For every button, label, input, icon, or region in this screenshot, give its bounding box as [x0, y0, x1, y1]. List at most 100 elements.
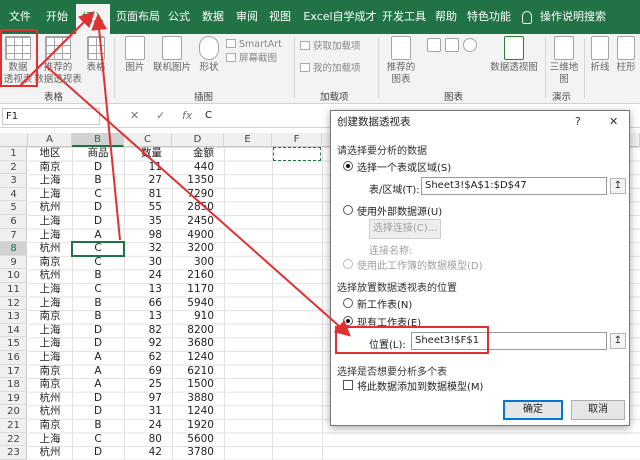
tab-file[interactable]: 文件	[6, 0, 34, 34]
table-cell[interactable]: 上海	[28, 297, 72, 311]
table-cell[interactable]: B	[72, 297, 124, 311]
name-box[interactable]: F1	[2, 108, 100, 125]
radio-data-model[interactable]	[343, 259, 353, 269]
row-header[interactable]: 15	[0, 337, 27, 351]
column-header-b[interactable]: B	[72, 133, 124, 147]
row-header[interactable]: 17	[0, 365, 27, 379]
row-header[interactable]: 8	[0, 242, 27, 256]
column-header-a[interactable]: A	[28, 133, 72, 147]
table-cell[interactable]: 南京	[28, 161, 72, 175]
line-sparkline-button[interactable]: 折线	[588, 36, 612, 74]
radio-existing-sheet[interactable]	[343, 316, 353, 326]
table-cell[interactable]: 3680	[172, 337, 224, 351]
table-cell[interactable]: 上海	[28, 174, 72, 188]
table-cell[interactable]: 11	[124, 161, 172, 175]
get-addins-button[interactable]: 获取加载项	[300, 41, 361, 53]
table-cell[interactable]: 上海	[28, 337, 72, 351]
table-cell[interactable]: 地区	[28, 147, 72, 161]
tab-page-layout[interactable]: 页面布局	[115, 0, 161, 34]
tell-me-search[interactable]: 操作说明搜索	[540, 0, 606, 34]
range-picker-icon[interactable]: ↥	[610, 178, 626, 194]
radio-new-sheet-label[interactable]: 新工作表(N)	[357, 296, 412, 311]
table-cell[interactable]: 杭州	[28, 242, 72, 256]
table-cell[interactable]: 25	[124, 378, 172, 392]
my-addins-button[interactable]: 我的加载项	[300, 63, 361, 75]
radio-external-source-label[interactable]: 使用外部数据源(U)	[357, 203, 442, 218]
table-cell[interactable]: 5600	[172, 433, 224, 447]
table-cell[interactable]: 62	[124, 351, 172, 365]
row-header[interactable]: 18	[0, 378, 27, 392]
tab-view[interactable]: 视图	[266, 0, 294, 34]
table-cell[interactable]: D	[72, 201, 124, 215]
table-cell[interactable]: B	[72, 419, 124, 433]
row-header[interactable]: 7	[0, 229, 27, 243]
smartart-button[interactable]: SmartArt	[226, 39, 282, 51]
recommended-pivot-button[interactable]: 推荐的 数据透视表	[34, 36, 82, 86]
table-cell[interactable]: D	[72, 392, 124, 406]
table-cell[interactable]: 商品	[72, 147, 124, 161]
table-cell[interactable]: 13	[124, 310, 172, 324]
column-sparkline-button[interactable]: 柱形	[614, 36, 638, 74]
table-cell[interactable]: 南京	[28, 378, 72, 392]
table-cell[interactable]: 4900	[172, 229, 224, 243]
row-header[interactable]: 14	[0, 324, 27, 338]
table-cell[interactable]: 24	[124, 419, 172, 433]
table-cell[interactable]: 55	[124, 201, 172, 215]
column-header-d[interactable]: D	[172, 133, 224, 147]
radio-external-source[interactable]	[343, 205, 353, 215]
table-cell[interactable]: 2850	[172, 201, 224, 215]
add-to-data-model-label[interactable]: 将此数据添加到数据模型(M)	[357, 378, 483, 393]
table-cell[interactable]: A	[72, 378, 124, 392]
table-cell[interactable]: 1240	[172, 405, 224, 419]
row-header[interactable]: 6	[0, 215, 27, 229]
tab-review[interactable]: 审阅	[233, 0, 261, 34]
row-header[interactable]: 3	[0, 174, 27, 188]
location-picker-icon[interactable]: ↥	[610, 333, 626, 349]
tab-excel-self-study[interactable]: Excel自学成才	[300, 0, 380, 34]
table-cell[interactable]: 南京	[28, 310, 72, 324]
table-cell[interactable]: 2160	[172, 269, 224, 283]
table-cell[interactable]: 8200	[172, 324, 224, 338]
table-button[interactable]: 表格	[84, 36, 108, 74]
table-cell[interactable]: 92	[124, 337, 172, 351]
table-cell[interactable]: 1920	[172, 419, 224, 433]
table-cell[interactable]: 66	[124, 297, 172, 311]
radio-new-sheet[interactable]	[343, 298, 353, 308]
chart-gallery[interactable]	[420, 36, 484, 52]
tab-insert[interactable]: 插入	[76, 4, 110, 34]
table-cell[interactable]: C	[72, 283, 124, 297]
table-cell[interactable]: C	[72, 256, 124, 270]
table-cell[interactable]: A	[72, 351, 124, 365]
table-cell[interactable]: 69	[124, 365, 172, 379]
table-cell[interactable]: C	[72, 188, 124, 202]
table-cell[interactable]: B	[72, 269, 124, 283]
recommended-charts-button[interactable]: 推荐的 图表	[384, 36, 418, 86]
pivot-chart-button[interactable]: 数据透视图	[486, 36, 542, 74]
location-input[interactable]: Sheet3!$F$1	[411, 332, 607, 350]
pivot-table-button[interactable]: 数据 透视表	[2, 36, 34, 86]
table-cell[interactable]: A	[72, 365, 124, 379]
column-header-e[interactable]: E	[224, 133, 272, 147]
table-cell[interactable]: 440	[172, 161, 224, 175]
table-cell[interactable]: 1350	[172, 174, 224, 188]
select-all-corner[interactable]	[0, 133, 28, 147]
table-cell[interactable]: B	[72, 174, 124, 188]
table-cell[interactable]: 35	[124, 215, 172, 229]
tab-developer[interactable]: 开发工具	[382, 0, 426, 34]
table-cell[interactable]: 上海	[28, 188, 72, 202]
dialog-help-button[interactable]: ?	[575, 111, 581, 133]
table-cell[interactable]: 5940	[172, 297, 224, 311]
table-cell[interactable]: D	[72, 337, 124, 351]
table-cell[interactable]: 南京	[28, 365, 72, 379]
radio-select-range-label[interactable]: 选择一个表或区域(S)	[357, 159, 451, 174]
row-header[interactable]: 9	[0, 256, 27, 270]
table-cell[interactable]: 1170	[172, 283, 224, 297]
table-cell[interactable]: 82	[124, 324, 172, 338]
table-cell[interactable]: 7290	[172, 188, 224, 202]
shapes-button[interactable]: 形状	[194, 36, 224, 74]
table-cell[interactable]: 30	[124, 256, 172, 270]
column-header-f[interactable]: F	[272, 133, 322, 147]
tab-special-features[interactable]: 特色功能	[466, 0, 512, 34]
table-cell[interactable]: 300	[172, 256, 224, 270]
table-cell[interactable]: 上海	[28, 229, 72, 243]
